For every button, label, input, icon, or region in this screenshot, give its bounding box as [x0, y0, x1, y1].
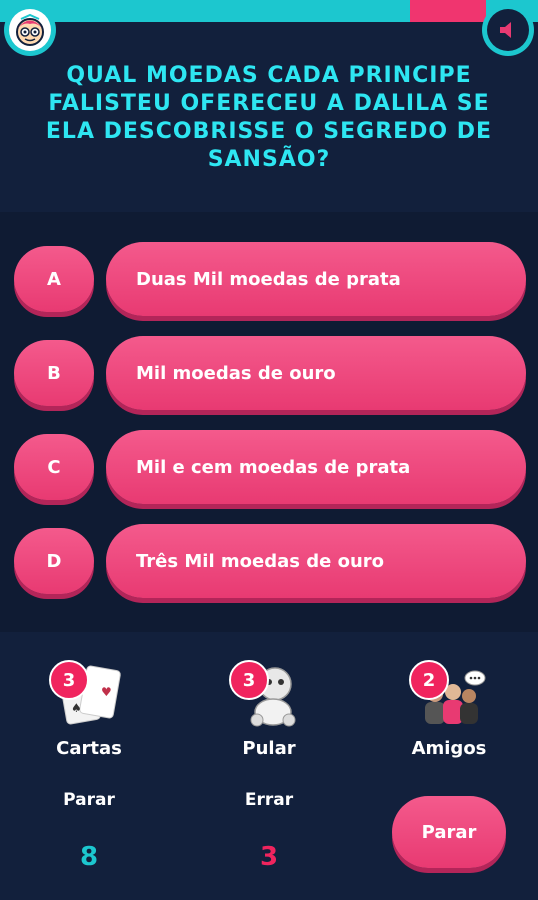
answer-letter-b[interactable]: B: [14, 340, 94, 406]
question-text: QUAL MOEDAS CADA PRINCIPE FALISTEU OFERE…: [45, 63, 493, 172]
answer-row-c: C Mil e cem moedas de prata: [0, 430, 538, 508]
answer-button-d[interactable]: Três Mil moedas de ouro: [106, 524, 526, 598]
skip-icon: 3: [229, 660, 309, 730]
answer-row-b: B Mil moedas de ouro: [0, 336, 538, 414]
svg-text:♥: ♥: [101, 685, 112, 699]
answer-letter-a[interactable]: A: [14, 246, 94, 312]
wrong-stat-label: Errar: [244, 790, 294, 810]
answer-letter-c[interactable]: C: [14, 434, 94, 500]
lifeline-friends[interactable]: 2 Amigos: [374, 660, 524, 759]
skip-count-badge: 3: [229, 660, 269, 700]
skip-label: Pular: [242, 738, 296, 759]
friends-count-badge: 2: [409, 660, 449, 700]
lifeline-skip[interactable]: 3 Pular: [194, 660, 344, 759]
wrong-stat-value: 3: [259, 842, 279, 872]
answer-row-a: A Duas Mil moedas de prata: [0, 242, 538, 320]
app-logo-button[interactable]: [4, 4, 56, 56]
svg-text:♠: ♠: [71, 701, 82, 715]
answers-panel: A Duas Mil moedas de prata B Mil moedas …: [0, 212, 538, 632]
timer-remaining: [410, 0, 486, 22]
stop-button[interactable]: Parar: [392, 796, 506, 868]
cards-icon: ♥ ♠ 3: [49, 660, 129, 730]
sound-toggle-button[interactable]: [482, 4, 534, 56]
answer-button-b[interactable]: Mil moedas de ouro: [106, 336, 526, 410]
answer-button-c[interactable]: Mil e cem moedas de prata: [106, 430, 526, 504]
mascot-icon: [9, 9, 51, 51]
friends-label: Amigos: [411, 738, 487, 759]
stop-stat-value: 8: [79, 842, 99, 872]
lifeline-cards[interactable]: ♥ ♠ 3 Cartas: [14, 660, 164, 759]
cards-label: Cartas: [56, 738, 122, 759]
answer-row-d: D Três Mil moedas de ouro: [0, 524, 538, 602]
cards-count-badge: 3: [49, 660, 89, 700]
timer-bar: [0, 0, 538, 22]
answer-button-a[interactable]: Duas Mil moedas de prata: [106, 242, 526, 316]
friends-icon: 2: [409, 660, 489, 730]
stop-stat-label: Parar: [63, 790, 115, 810]
answer-letter-d[interactable]: D: [14, 528, 94, 594]
speaker-icon: [487, 9, 529, 51]
